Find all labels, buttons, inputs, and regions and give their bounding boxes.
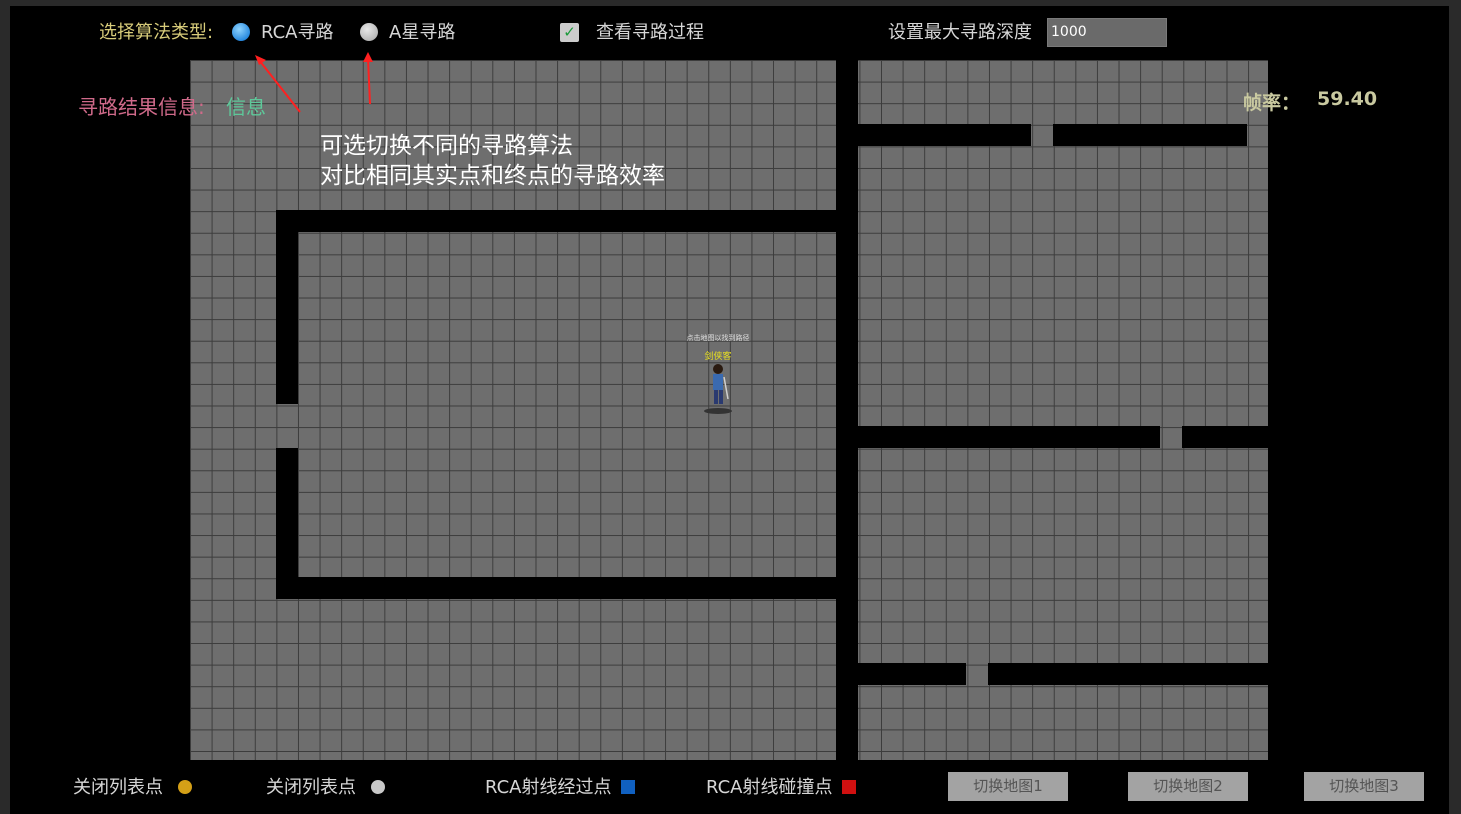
fps-value: 59.40 xyxy=(1317,88,1378,110)
switch-map-1-button[interactable]: 切换地图1 xyxy=(948,772,1068,801)
wall xyxy=(1053,124,1247,146)
wall xyxy=(988,663,1268,685)
result-info-value: 信息 xyxy=(226,95,266,119)
character-hint: 点击地图以找到路径 xyxy=(686,334,750,342)
annotation-line-2: 对比相同其实点和终点的寻路效率 xyxy=(320,163,665,189)
wall xyxy=(858,426,1160,448)
annotation-text: 可选切换不同的寻路算法 对比相同其实点和终点的寻路效率 xyxy=(320,131,665,191)
astar-radio-button[interactable] xyxy=(360,23,378,41)
legend-closed-list-label-1: 关闭列表点 xyxy=(73,777,163,798)
wall xyxy=(276,577,836,599)
rca-radio-label[interactable]: RCA寻路 xyxy=(261,24,334,42)
legend-red-square-icon xyxy=(842,780,856,794)
wall xyxy=(858,124,1031,146)
fps-label: 帧率： xyxy=(1243,92,1301,114)
astar-radio-label[interactable]: A星寻路 xyxy=(389,24,455,42)
wall xyxy=(276,448,298,598)
wall xyxy=(1182,426,1268,448)
wall xyxy=(836,38,858,760)
switch-map-3-button[interactable]: 切换地图3 xyxy=(1304,772,1424,801)
max-depth-input[interactable]: 1000 xyxy=(1047,18,1167,47)
wall xyxy=(858,663,966,685)
legend-blue-square-icon xyxy=(621,780,635,794)
legend-closed-list-label-2: 关闭列表点 xyxy=(266,777,356,798)
legend-ray-pass-label: RCA射线经过点 xyxy=(485,777,612,798)
character-sprite-icon xyxy=(704,364,732,414)
wall xyxy=(276,210,836,232)
rca-radio-button[interactable] xyxy=(232,23,250,41)
result-info-label: 寻路结果信息: xyxy=(78,95,205,119)
max-depth-label: 设置最大寻路深度 xyxy=(888,22,1032,43)
legend-gray-dot-icon xyxy=(371,780,385,794)
view-process-checkbox[interactable]: ✓ xyxy=(560,23,579,42)
wall xyxy=(276,210,298,404)
player-character[interactable]: 点击地图以找到路径 剑侠客 xyxy=(680,333,756,414)
switch-map-2-button[interactable]: 切换地图2 xyxy=(1128,772,1248,801)
annotation-line-1: 可选切换不同的寻路算法 xyxy=(320,133,573,159)
algorithm-type-label: 选择算法类型: xyxy=(99,22,214,43)
legend-ray-hit-label: RCA射线碰撞点 xyxy=(706,777,833,798)
view-process-label[interactable]: 查看寻路过程 xyxy=(596,24,704,42)
legend-yellow-dot-icon xyxy=(178,780,192,794)
